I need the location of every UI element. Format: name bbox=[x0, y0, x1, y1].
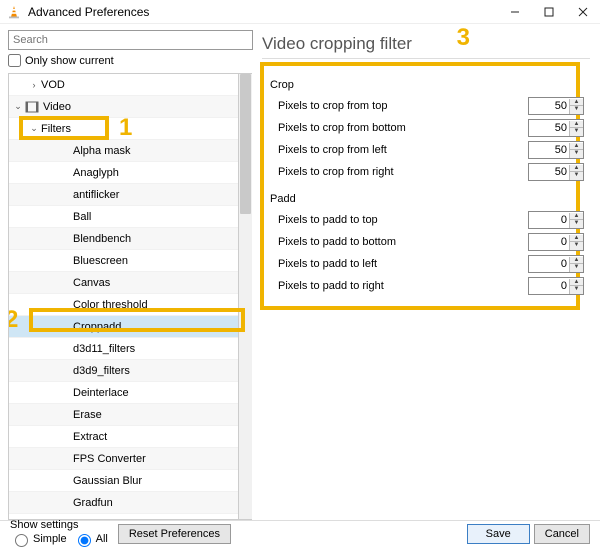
spin-up-icon[interactable]: ▲ bbox=[570, 213, 583, 220]
chevron-right-icon: › bbox=[29, 80, 39, 90]
crop-right-label: Pixels to crop from right bbox=[278, 166, 528, 178]
tree-item-video[interactable]: ⌄Video bbox=[9, 96, 238, 118]
spin-down-icon[interactable]: ▼ bbox=[570, 242, 583, 250]
crop-top-label: Pixels to crop from top bbox=[278, 100, 528, 112]
spin-down-icon[interactable]: ▼ bbox=[570, 106, 583, 114]
tree-item-anaglyph[interactable]: Anaglyph bbox=[9, 162, 238, 184]
chevron-down-icon: ⌄ bbox=[13, 101, 23, 112]
padd-bottom-field: Pixels to padd to bottom▲▼ bbox=[268, 231, 584, 253]
tree-item-extract[interactable]: Extract bbox=[9, 426, 238, 448]
padd-left-label: Pixels to padd to left bbox=[278, 258, 528, 270]
chevron-down-icon: ⌄ bbox=[29, 123, 39, 134]
crop-top-spinner[interactable]: ▲▼ bbox=[528, 97, 584, 115]
padd-bottom-spinner[interactable]: ▲▼ bbox=[528, 233, 584, 251]
spin-up-icon[interactable]: ▲ bbox=[570, 235, 583, 242]
padd-right-spinner[interactable]: ▲▼ bbox=[528, 277, 584, 295]
tree-item-color-threshold[interactable]: Color threshold bbox=[9, 294, 238, 316]
tree-item-canvas[interactable]: Canvas bbox=[9, 272, 238, 294]
spin-down-icon[interactable]: ▼ bbox=[570, 172, 583, 180]
titlebar: Advanced Preferences bbox=[0, 0, 600, 24]
bottom-bar: Show settings Simple All Reset Preferenc… bbox=[0, 520, 600, 546]
padd-left-field: Pixels to padd to left▲▼ bbox=[268, 253, 584, 275]
crop-bottom-field: Pixels to crop from bottom▲▼ bbox=[268, 117, 584, 139]
padd-top-label: Pixels to padd to top bbox=[278, 214, 528, 226]
search-input[interactable] bbox=[8, 30, 253, 50]
spin-up-icon[interactable]: ▲ bbox=[570, 121, 583, 128]
tree: ›VOD⌄Video⌄FiltersAlpha maskAnaglyphanti… bbox=[8, 73, 252, 520]
crop-right-spinner[interactable]: ▲▼ bbox=[528, 163, 584, 181]
crop-left-label: Pixels to crop from left bbox=[278, 144, 528, 156]
crop-bottom-spinner[interactable]: ▲▼ bbox=[528, 119, 584, 137]
show-settings: Show settings Simple All bbox=[10, 520, 108, 547]
tree-item-gradfun[interactable]: Gradfun bbox=[9, 492, 238, 514]
padd-left-input[interactable] bbox=[529, 257, 569, 271]
tree-item-fps-converter[interactable]: FPS Converter bbox=[9, 448, 238, 470]
padd-right-field: Pixels to padd to right▲▼ bbox=[268, 275, 584, 297]
left-panel: Only show current ›VOD⌄Video⌄FiltersAlph… bbox=[0, 24, 258, 520]
reset-preferences-button[interactable]: Reset Preferences bbox=[118, 524, 231, 544]
tree-item-erase[interactable]: Erase bbox=[9, 404, 238, 426]
tree-item-deinterlace[interactable]: Deinterlace bbox=[9, 382, 238, 404]
spin-down-icon[interactable]: ▼ bbox=[570, 128, 583, 136]
padd-right-label: Pixels to padd to right bbox=[278, 280, 528, 292]
crop-left-spinner[interactable]: ▲▼ bbox=[528, 141, 584, 159]
maximize-button[interactable] bbox=[532, 0, 566, 24]
tree-item-gaussian-blur[interactable]: Gaussian Blur bbox=[9, 470, 238, 492]
vlc-icon bbox=[6, 4, 22, 20]
tree-item-d3d11-filters[interactable]: d3d11_filters bbox=[9, 338, 238, 360]
crop-group-label: Crop bbox=[270, 79, 584, 91]
save-button[interactable]: Save bbox=[467, 524, 530, 544]
tree-item-bluescreen[interactable]: Bluescreen bbox=[9, 250, 238, 272]
tree-item-vod[interactable]: ›VOD bbox=[9, 74, 238, 96]
tree-scrollbar[interactable] bbox=[238, 74, 252, 519]
padd-right-input[interactable] bbox=[529, 279, 569, 293]
tree-item-filters[interactable]: ⌄Filters bbox=[9, 118, 238, 140]
show-settings-simple[interactable]: Simple bbox=[10, 531, 67, 547]
padd-bottom-label: Pixels to padd to bottom bbox=[278, 236, 528, 248]
settings-heading: Video cropping filter bbox=[262, 34, 590, 54]
tree-item-antiflicker[interactable]: antiflicker bbox=[9, 184, 238, 206]
tree-item-blendbench[interactable]: Blendbench bbox=[9, 228, 238, 250]
padd-left-spinner[interactable]: ▲▼ bbox=[528, 255, 584, 273]
spin-down-icon[interactable]: ▼ bbox=[570, 286, 583, 294]
crop-top-field: Pixels to crop from top▲▼ bbox=[268, 95, 584, 117]
crop-top-input[interactable] bbox=[529, 99, 569, 113]
tree-item-croppadd[interactable]: Croppadd bbox=[9, 316, 238, 338]
video-icon bbox=[25, 101, 39, 113]
show-settings-all[interactable]: All bbox=[73, 531, 108, 547]
spin-down-icon[interactable]: ▼ bbox=[570, 150, 583, 158]
spin-down-icon[interactable]: ▼ bbox=[570, 264, 583, 272]
spin-up-icon[interactable]: ▲ bbox=[570, 279, 583, 286]
minimize-button[interactable] bbox=[498, 0, 532, 24]
padd-group-label: Padd bbox=[270, 193, 584, 205]
crop-left-field: Pixels to crop from left▲▼ bbox=[268, 139, 584, 161]
spin-up-icon[interactable]: ▲ bbox=[570, 257, 583, 264]
padd-top-field: Pixels to padd to top▲▼ bbox=[268, 209, 584, 231]
tree-item-ball[interactable]: Ball bbox=[9, 206, 238, 228]
window-title: Advanced Preferences bbox=[28, 5, 498, 19]
padd-top-spinner[interactable]: ▲▼ bbox=[528, 211, 584, 229]
crop-right-field: Pixels to crop from right▲▼ bbox=[268, 161, 584, 183]
right-panel: Video cropping filter 3 Crop Pixels to c… bbox=[258, 24, 600, 520]
close-button[interactable] bbox=[566, 0, 600, 24]
padd-top-input[interactable] bbox=[529, 213, 569, 227]
crop-right-input[interactable] bbox=[529, 165, 569, 179]
tree-item-d3d9-filters[interactable]: d3d9_filters bbox=[9, 360, 238, 382]
crop-bottom-input[interactable] bbox=[529, 121, 569, 135]
only-show-current-checkbox[interactable]: Only show current bbox=[8, 54, 252, 67]
crop-left-input[interactable] bbox=[529, 143, 569, 157]
spin-up-icon[interactable]: ▲ bbox=[570, 143, 583, 150]
spin-down-icon[interactable]: ▼ bbox=[570, 220, 583, 228]
padd-bottom-input[interactable] bbox=[529, 235, 569, 249]
spin-up-icon[interactable]: ▲ bbox=[570, 165, 583, 172]
crop-bottom-label: Pixels to crop from bottom bbox=[278, 122, 528, 134]
tree-item-alpha-mask[interactable]: Alpha mask bbox=[9, 140, 238, 162]
cancel-button[interactable]: Cancel bbox=[534, 524, 590, 544]
tree-item-gradient[interactable]: Gradient bbox=[9, 514, 238, 519]
spin-up-icon[interactable]: ▲ bbox=[570, 99, 583, 106]
